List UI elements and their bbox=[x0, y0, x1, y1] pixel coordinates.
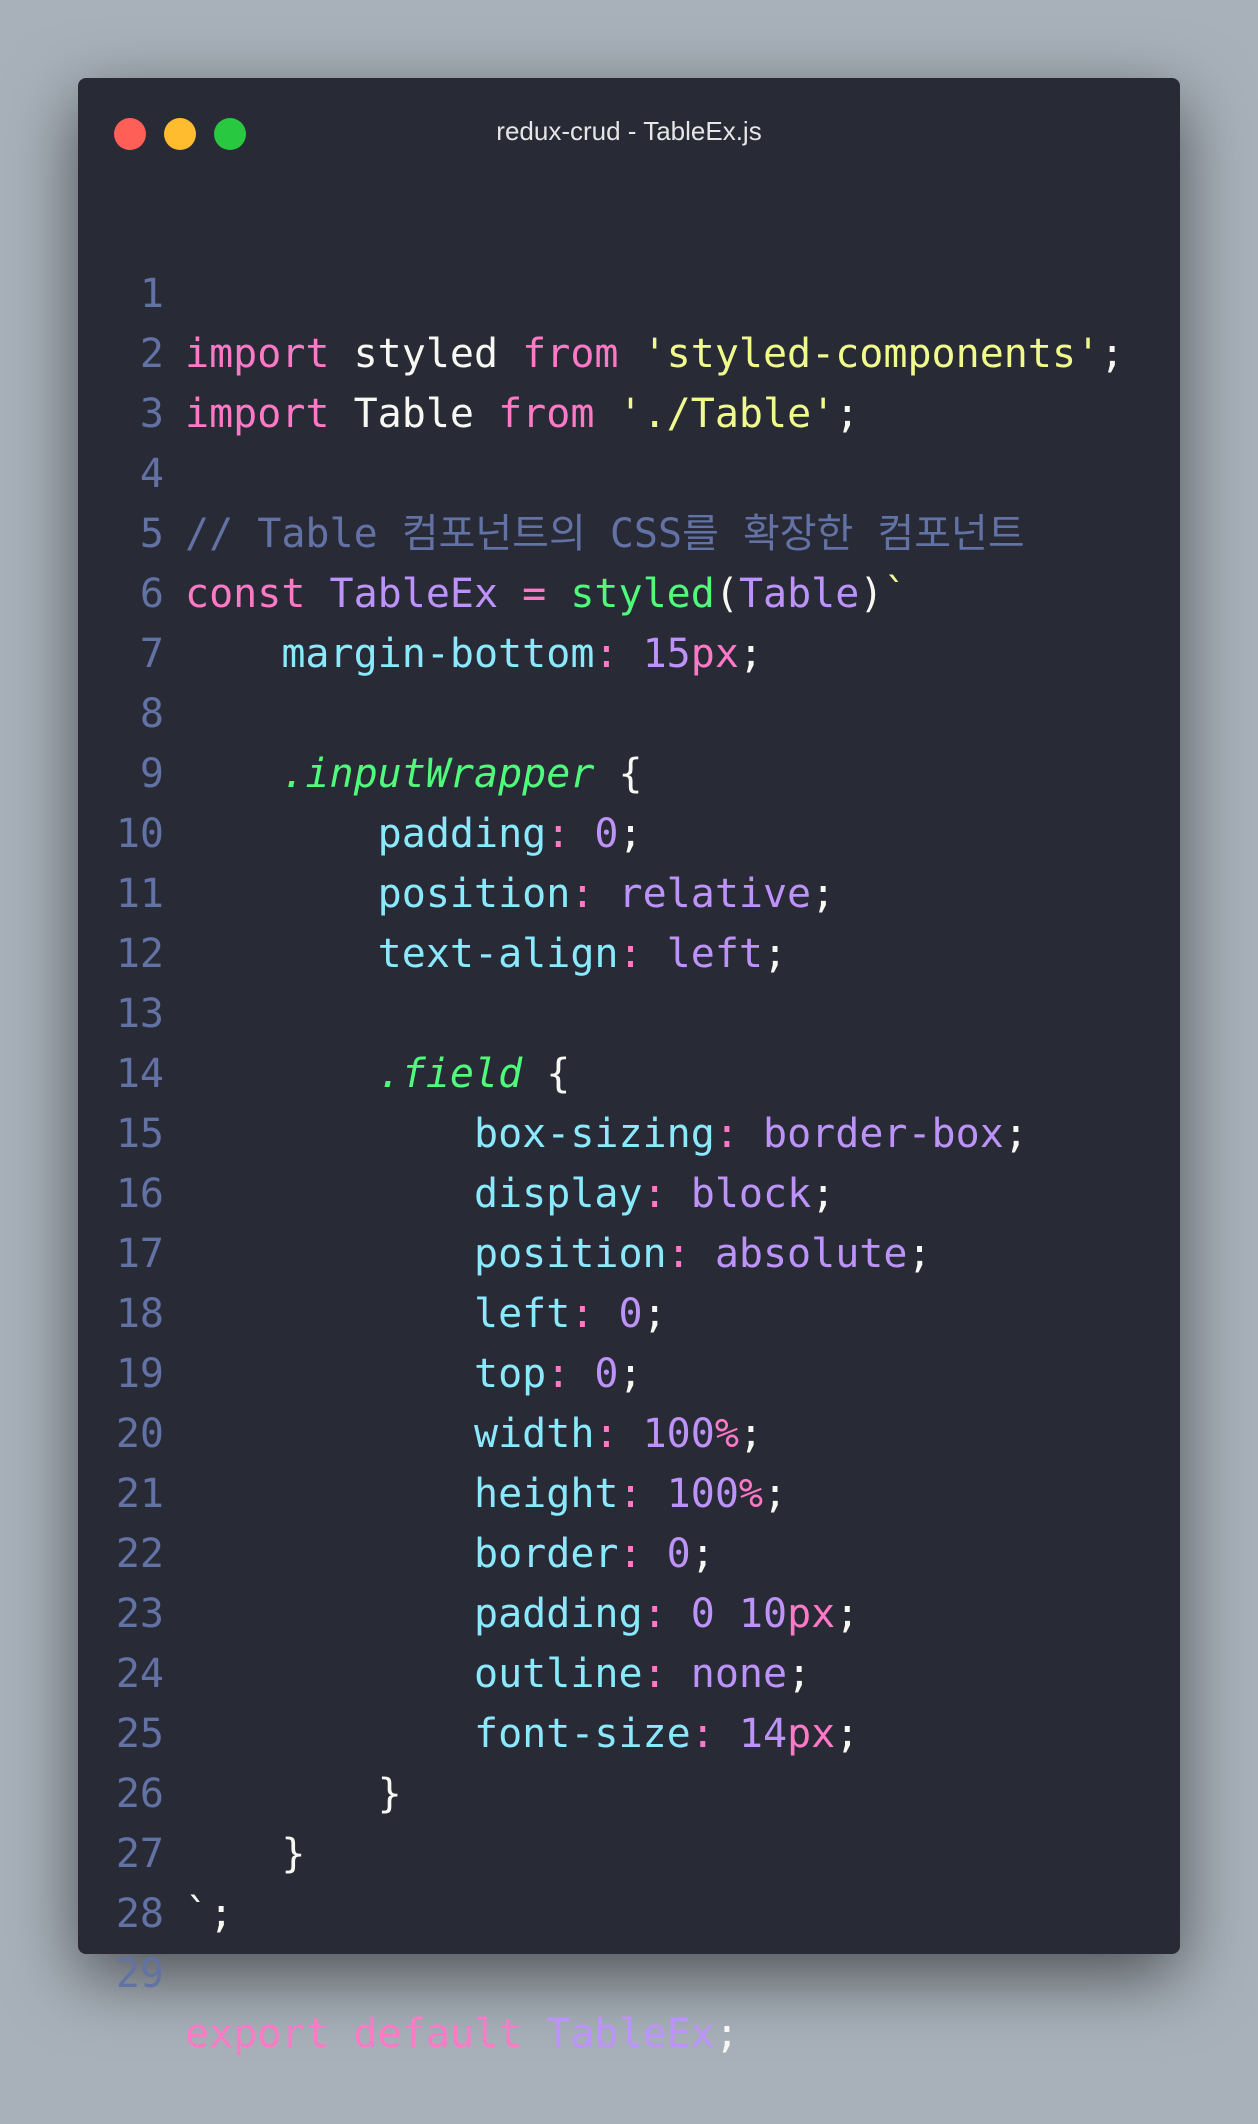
code-line: 22 padding: 0 10px; bbox=[78, 1464, 1180, 1637]
code-line: 5 const TableEx = styled(Table)` bbox=[78, 444, 1180, 617]
keyword: export bbox=[185, 2011, 330, 2057]
code-line: 28 bbox=[78, 1824, 1180, 1937]
editor-window: redux-crud - TableEx.js 1 import styled … bbox=[78, 78, 1180, 2057]
code-line: 16 position: absolute; bbox=[78, 1104, 1180, 1277]
code-line: 13 .field { bbox=[78, 924, 1180, 1097]
code-line: 10 position: relative; bbox=[78, 744, 1180, 917]
code-line: 11 text-align: left; bbox=[78, 804, 1180, 977]
code-line: 26 } bbox=[78, 1704, 1180, 1877]
window-title: redux-crud - TableEx.js bbox=[496, 116, 762, 146]
code-line: 2 import Table from './Table'; bbox=[78, 264, 1180, 437]
title-bar: redux-crud - TableEx.js bbox=[78, 78, 1180, 188]
code-line: 27 `; bbox=[78, 1764, 1180, 1937]
identifier: TableEx bbox=[522, 2011, 715, 2057]
code-line: 23 outline: none; bbox=[78, 1524, 1180, 1697]
code-line: 1 import styled from 'styled-components'… bbox=[78, 204, 1180, 377]
punctuation: ; bbox=[714, 2011, 739, 2057]
code-line: 18 top: 0; bbox=[78, 1224, 1180, 1397]
code-line: 19 width: 100%; bbox=[78, 1284, 1180, 1457]
code-editor[interactable]: 1 import styled from 'styled-components'… bbox=[78, 204, 1180, 2057]
code-line: 4 // Table 컴포넌트의 CSS를 확장한 컴포넌트 bbox=[78, 384, 1180, 557]
code-line: 12 bbox=[78, 864, 1180, 977]
code-line: 21 border: 0; bbox=[78, 1404, 1180, 1577]
code-line: 8 .inputWrapper { bbox=[78, 624, 1180, 797]
code-line: 9 padding: 0; bbox=[78, 684, 1180, 857]
line-number: 29 bbox=[115, 1951, 164, 1997]
code-line: 29 export default TableEx; bbox=[78, 1884, 1180, 2057]
code-line: 24 font-size: 14px; bbox=[78, 1584, 1180, 1757]
keyword: default bbox=[329, 2011, 523, 2057]
code-line: 6 margin-bottom: 15px; bbox=[78, 504, 1180, 677]
code-line: 15 display: block; bbox=[78, 1044, 1180, 1217]
code-line: 20 height: 100%; bbox=[78, 1344, 1180, 1517]
code-line: 14 box-sizing: border-box; bbox=[78, 984, 1180, 1157]
code-line: 3 bbox=[78, 324, 1180, 437]
code-line: 17 left: 0; bbox=[78, 1164, 1180, 1337]
code-line: 7 bbox=[78, 564, 1180, 677]
code-line: 25 } bbox=[78, 1644, 1180, 1817]
